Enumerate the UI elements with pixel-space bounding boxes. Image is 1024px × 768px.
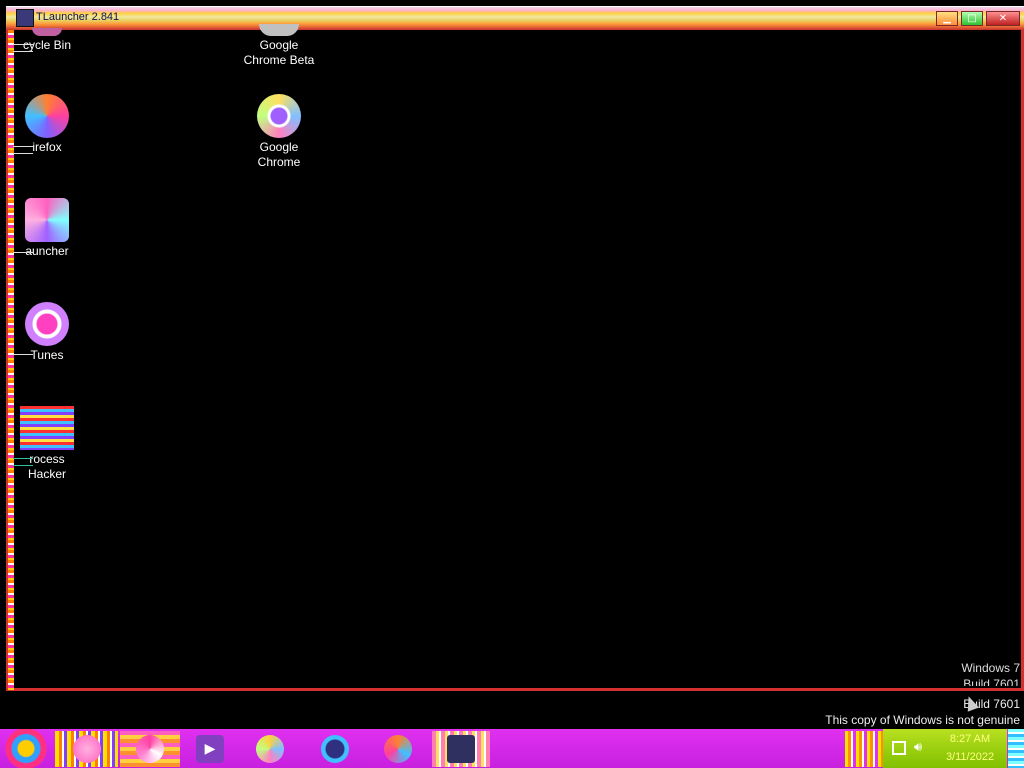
desktop-icon-label-line2: Chrome Beta: [243, 53, 315, 67]
desktop-icon-label: Google: [259, 140, 299, 154]
itunes-icon: [25, 302, 69, 346]
tlauncher-icon: [447, 735, 475, 763]
shortcut-overlay-icon: [13, 252, 33, 259]
media-player-icon: [72, 735, 101, 763]
recycle-bin-icon: [32, 28, 62, 36]
taskbar-button-firefox[interactable]: [372, 731, 424, 767]
watermark-line-build: Build 7601: [963, 677, 1020, 686]
maximize-button[interactable]: □: [961, 11, 983, 26]
play-icon: ▶: [196, 735, 224, 763]
tlauncher-app-icon[interactable]: [16, 9, 34, 27]
chrome-icon: [257, 94, 301, 138]
firefox-icon: [25, 94, 69, 138]
desktop-icon-chrome-beta[interactable]: Google Chrome Beta: [234, 24, 324, 68]
process-hacker-icon: [20, 406, 74, 450]
desktop-icon-label-line2: Hacker: [27, 467, 66, 481]
shortcut-overlay-icon: [13, 146, 33, 154]
explorer-icon: [136, 735, 164, 763]
desktop-icon-label-line2: Chrome: [257, 155, 301, 169]
taskbar-button-tlauncher[interactable]: [432, 731, 490, 767]
window-title: TLauncher 2.841: [36, 11, 120, 23]
tlauncher-icon: [25, 198, 69, 242]
watermark-line-os: Windows 7: [961, 661, 1020, 675]
taskbar-button-chrome-beta[interactable]: [305, 731, 365, 767]
shortcut-overlay-icon: [13, 44, 33, 52]
clock-time[interactable]: 8:27 AM: [940, 733, 1000, 745]
taskbar-button-media[interactable]: ▶: [185, 731, 235, 767]
show-desktop-button[interactable]: [1008, 729, 1024, 768]
taskbar-button-1[interactable]: [55, 731, 118, 767]
windows-version-watermark: Windows 7 Build 7601: [961, 660, 1020, 686]
firefox-icon: [384, 735, 412, 763]
shortcut-overlay-icon: [13, 354, 33, 361]
taskbar-button-2[interactable]: [120, 731, 180, 767]
tray-overflow-glitch: [845, 731, 883, 767]
chrome-beta-icon: [259, 24, 299, 36]
start-button[interactable]: [4, 729, 48, 768]
watermark-line-genuine: This copy of Windows is not genuine: [825, 713, 1020, 727]
network-icon[interactable]: [892, 741, 906, 755]
taskbar-button-chrome[interactable]: [245, 731, 295, 767]
chrome-icon: [256, 735, 284, 763]
desktop-icon-tlauncher[interactable]: auncher: [2, 198, 92, 259]
chrome-beta-icon: [321, 735, 349, 763]
volume-icon[interactable]: 🔊︎: [914, 741, 928, 755]
watermark-line-build-2: Build 7601: [963, 697, 1020, 711]
desktop-icon-chrome[interactable]: Google Chrome: [234, 94, 324, 170]
desktop-icon-process-hacker[interactable]: rocess Hacker: [2, 406, 92, 482]
window-titlebar[interactable]: [6, 6, 1024, 30]
desktop-icon-label: Google: [259, 38, 299, 52]
genuine-watermark: Build 7601 This copy of Windows is not g…: [825, 696, 1020, 728]
minimize-button[interactable]: ▁: [936, 11, 958, 26]
shortcut-overlay-icon: [13, 458, 33, 466]
clock-date[interactable]: 3/11/2022: [940, 751, 1000, 763]
tlauncher-window: [6, 6, 1024, 691]
close-button[interactable]: ✕: [986, 11, 1020, 26]
